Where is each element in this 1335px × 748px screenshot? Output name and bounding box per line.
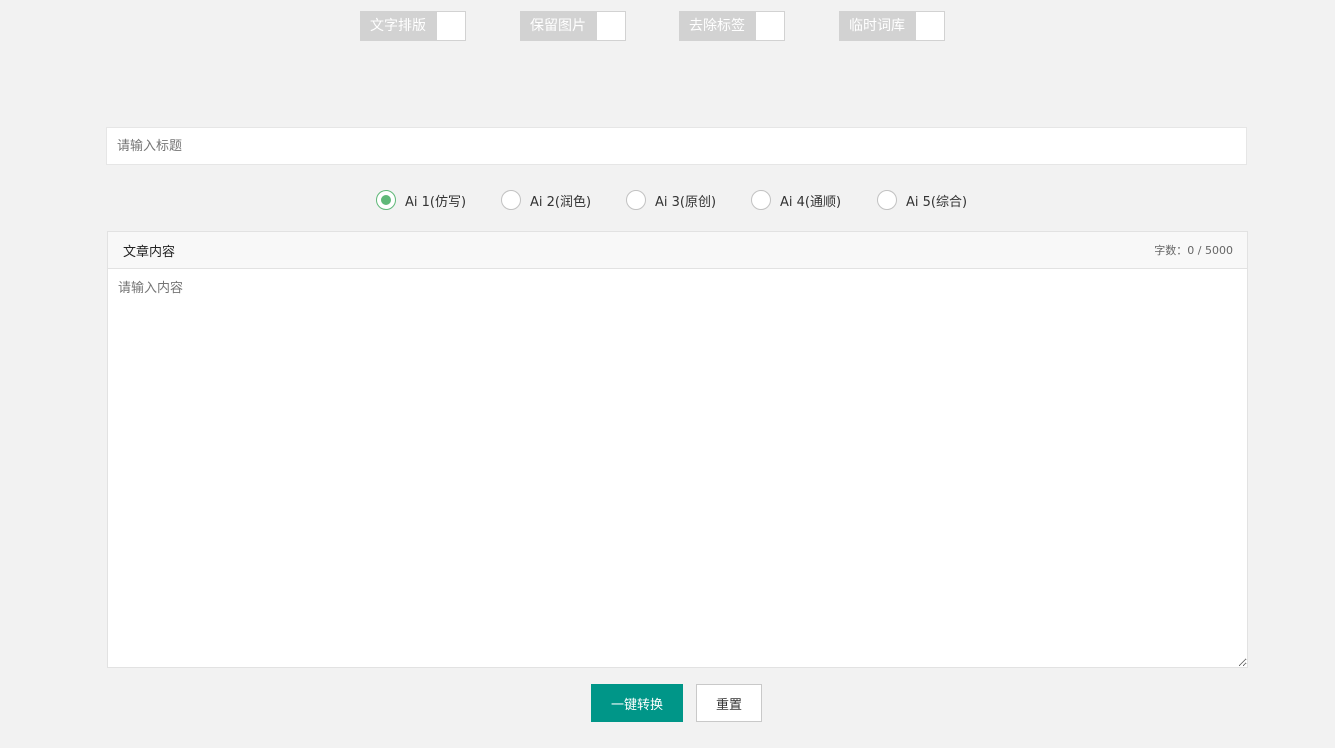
radio-label: Ai 3(原创) [655, 194, 717, 210]
reset-button[interactable]: 重置 [696, 684, 762, 722]
radio-circle-icon [877, 190, 897, 210]
toggle-text-layout[interactable]: 文字排版 [360, 11, 466, 41]
radio-label: Ai 5(综合) [906, 194, 968, 210]
toggle-keep-images[interactable]: 保留图片 [520, 11, 626, 41]
radio-ai-4[interactable]: Ai 4(通顺) [751, 188, 841, 212]
toggle-switch[interactable] [755, 11, 785, 41]
word-counter: 字数：0 / 5000 [1154, 244, 1233, 257]
toggle-label: 保留图片 [520, 11, 596, 41]
radio-ai-5[interactable]: Ai 5(综合) [877, 188, 967, 212]
radio-label: Ai 4(通顺) [780, 194, 842, 210]
radio-circle-icon [626, 190, 646, 210]
content-panel-header: 文章内容 字数：0 / 5000 [108, 232, 1247, 269]
radio-circle-icon [501, 190, 521, 210]
radio-circle-icon [751, 190, 771, 210]
radio-ai-3[interactable]: Ai 3(原创) [626, 188, 716, 212]
toggle-remove-tags[interactable]: 去除标签 [679, 11, 785, 41]
content-panel-title: 文章内容 [123, 244, 176, 260]
content-textarea[interactable] [108, 269, 1247, 667]
radio-label: Ai 2(润色) [530, 194, 592, 210]
toggle-switch[interactable] [915, 11, 945, 41]
radio-ai-2[interactable]: Ai 2(润色) [501, 188, 591, 212]
title-input[interactable] [106, 127, 1247, 165]
toggle-switch[interactable] [596, 11, 626, 41]
toggle-label: 临时词库 [839, 11, 915, 41]
toggle-label: 去除标签 [679, 11, 755, 41]
radio-label: Ai 1(仿写) [405, 194, 467, 210]
convert-button[interactable]: 一键转换 [591, 684, 683, 722]
radio-circle-icon [376, 190, 396, 210]
content-panel: 文章内容 字数：0 / 5000 [107, 231, 1248, 668]
toggle-label: 文字排版 [360, 11, 436, 41]
toggle-temp-dictionary[interactable]: 临时词库 [839, 11, 945, 41]
toggle-switch[interactable] [436, 11, 466, 41]
radio-ai-1[interactable]: Ai 1(仿写) [376, 188, 466, 212]
